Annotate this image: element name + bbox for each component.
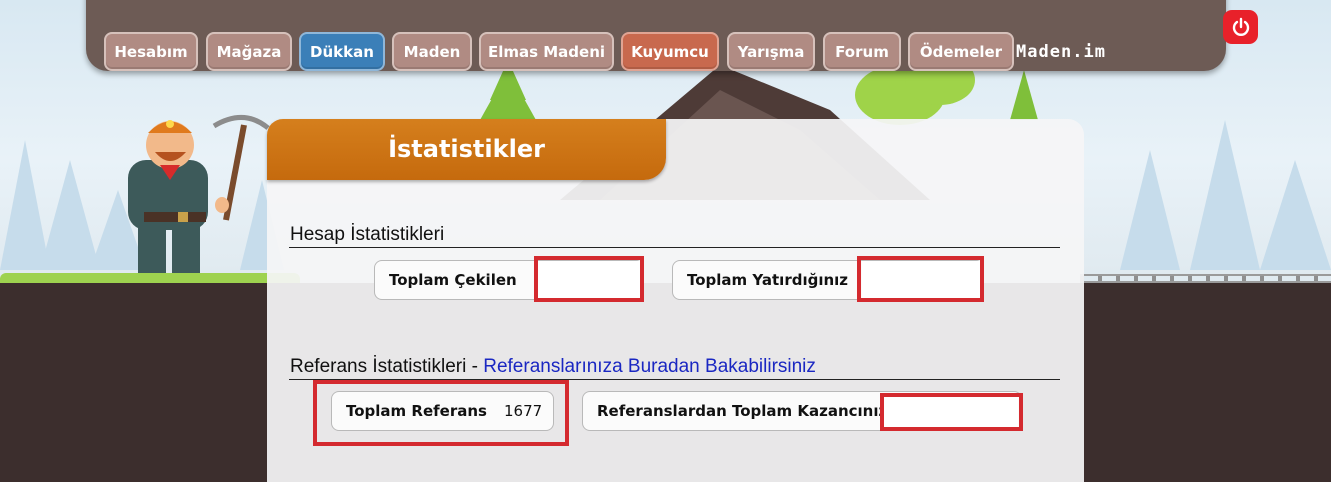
referral-earnings-label: Referanslardan Toplam Kazancınız [597,402,888,420]
nav-dukkan[interactable]: Dükkan [299,32,385,71]
referral-heading-text: Referans İstatistikleri [290,356,467,377]
account-stats-heading: Hesap İstatistikleri [290,224,445,245]
nav-elmas-madeni[interactable]: Elmas Madeni [479,32,614,71]
nav-forum[interactable]: Forum [823,32,901,71]
nav-magaza[interactable]: Mağaza [206,32,292,71]
nav-yarisma[interactable]: Yarışma [727,32,815,71]
logout-button[interactable] [1223,10,1258,44]
highlight-box [534,256,644,302]
nav-maden[interactable]: Maden [392,32,472,71]
highlight-box [857,256,984,302]
nav-odemeler[interactable]: Ödemeler [908,32,1014,71]
rail-track [1080,274,1331,283]
total-deposited-label: Toplam Yatırdığınız [687,271,849,289]
power-icon [1232,17,1249,36]
divider [289,247,1060,248]
nav-hesabim[interactable]: Hesabım [104,32,198,71]
site-logo[interactable]: Maden.im [1006,40,1116,64]
panel-title: İstatistikler [388,135,545,163]
nav-kuyumcu[interactable]: Kuyumcu [621,32,719,71]
referral-stats-heading: Referans İstatistikleri - Referanslarını… [290,356,816,378]
view-referrals-link[interactable]: Referanslarınıza Buradan Bakabilirsiniz [483,356,816,377]
highlight-box [313,380,569,446]
highlight-box [880,393,1023,431]
total-withdrawn-label: Toplam Çekilen [389,271,517,289]
heading-separator: - [471,356,478,377]
